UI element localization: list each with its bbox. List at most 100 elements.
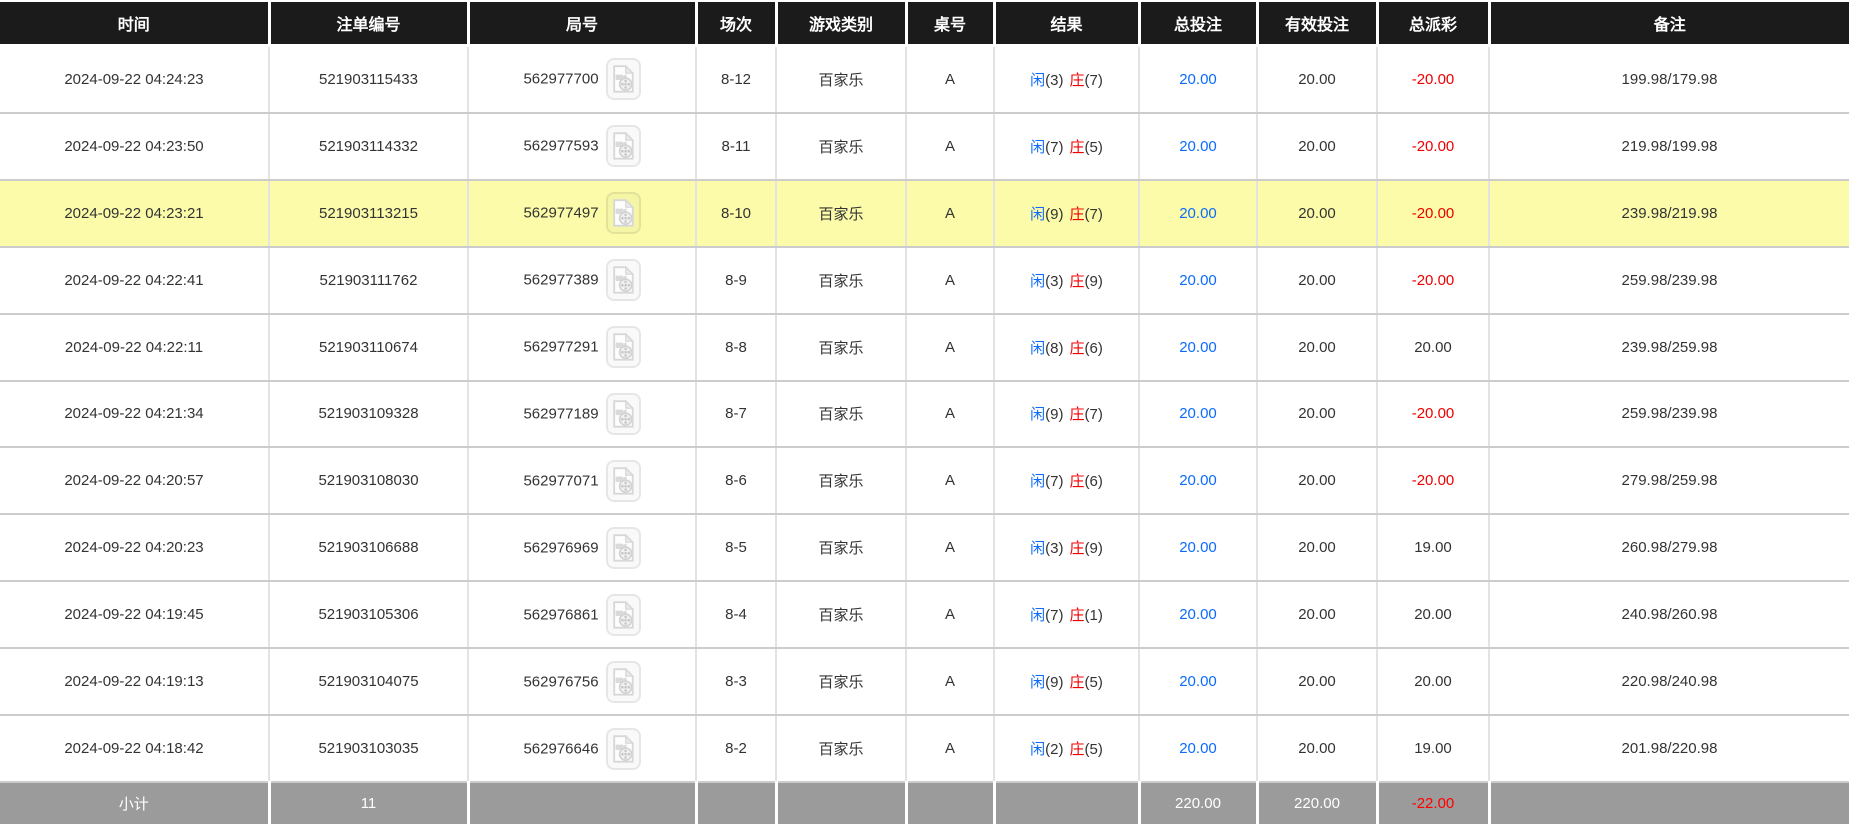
cell-total-bet: 20.00 [1139, 246, 1258, 315]
player-result-points: (3) [1045, 71, 1064, 89]
table-row[interactable]: 2024-09-22 04:19:45 521903105306 562976861… [0, 581, 1849, 650]
cell-payout: 20.00 [1377, 313, 1490, 382]
game-no-text: 562977291 [523, 338, 599, 356]
player-result-points: (7) [1045, 473, 1064, 491]
cell-result: 闲(9) 庄(5) [994, 648, 1140, 717]
player-result-label: 闲 [1030, 71, 1046, 89]
table-row[interactable]: 2024-09-22 04:18:42 521903103035 562976646… [0, 715, 1849, 783]
table-row[interactable]: 2024-09-22 04:23:50 521903114332 562977593… [0, 112, 1849, 181]
video-replay-button[interactable] [605, 58, 641, 101]
cell-total-bet: 20.00 [1139, 179, 1258, 248]
cell-game-no: 562976646 [468, 715, 697, 783]
header-row: 时间 注单编号 局号 场次 游戏类别 桌号 结果 总投注 有效投注 总派彩 备注 [0, 2, 1849, 47]
cell-payout: -20.00 [1377, 447, 1490, 516]
cell-bet-id: 521903110674 [269, 313, 469, 382]
video-replay-button[interactable] [605, 459, 641, 502]
cell-result: 闲(7) 庄(5) [994, 112, 1140, 181]
table-row[interactable]: 2024-09-22 04:20:23 521903106688 562976969… [0, 514, 1849, 583]
video-file-icon [612, 667, 634, 696]
cell-remark: 199.98/179.98 [1489, 45, 1849, 114]
table-row[interactable]: 2024-09-22 04:19:13 521903104075 562976756… [0, 648, 1849, 717]
column-header-table_no: 桌号 [906, 2, 996, 47]
cell-total-bet: 20.00 [1139, 313, 1258, 382]
cell-total-bet: 20.00 [1139, 715, 1258, 783]
cell-game-no: 562977700 [468, 45, 697, 114]
cell-valid-bet: 20.00 [1257, 715, 1378, 783]
cell-bet-id: 521903104075 [269, 648, 469, 717]
banker-result-label: 庄 [1069, 272, 1085, 290]
player-result-points: (3) [1045, 540, 1064, 558]
banker-result-label: 庄 [1069, 741, 1085, 759]
cell-time: 2024-09-22 04:21:34 [0, 380, 270, 449]
video-replay-button[interactable] [605, 125, 641, 168]
game-no-text: 562977497 [523, 204, 599, 222]
banker-result-points: (9) [1084, 272, 1103, 290]
cell-payout: 20.00 [1377, 648, 1490, 717]
cell-game-type: 百家乐 [776, 112, 907, 181]
cell-game-no: 562976861 [468, 581, 697, 650]
cell-result: 闲(9) 庄(7) [994, 179, 1140, 248]
table-row[interactable]: 2024-09-22 04:22:41 521903111762 562977389… [0, 246, 1849, 315]
player-result-label: 闲 [1030, 674, 1046, 692]
cell-result: 闲(7) 庄(6) [994, 447, 1140, 516]
video-replay-button[interactable] [605, 660, 641, 703]
footer-empty-table-no [906, 782, 996, 824]
banker-result-label: 庄 [1069, 473, 1085, 491]
subtotal-row: 小计 11 220.00 220.00 -22.00 [0, 782, 1849, 824]
cell-session: 8-2 [696, 715, 777, 783]
banker-result-label: 庄 [1069, 540, 1085, 558]
footer-valid-bet: 220.00 [1257, 782, 1379, 824]
video-replay-button[interactable] [605, 392, 641, 435]
game-no-text: 562976861 [523, 606, 599, 624]
footer-empty-remark [1489, 782, 1849, 824]
column-header-result: 结果 [994, 2, 1141, 47]
cell-valid-bet: 20.00 [1257, 514, 1378, 583]
cell-bet-id: 521903105306 [269, 581, 469, 650]
cell-bet-id: 521903108030 [269, 447, 469, 516]
cell-table-no: A [906, 380, 995, 449]
column-header-remark: 备注 [1489, 2, 1849, 47]
cell-result: 闲(3) 庄(9) [994, 246, 1140, 315]
video-replay-button[interactable] [605, 593, 641, 636]
player-result-label: 闲 [1030, 607, 1046, 625]
cell-table-no: A [906, 648, 995, 717]
video-replay-button[interactable] [605, 326, 641, 369]
cell-session: 8-5 [696, 514, 777, 583]
cell-game-no: 562976756 [468, 648, 697, 717]
cell-payout: -20.00 [1377, 246, 1490, 315]
column-header-valid_bet: 有效投注 [1257, 2, 1379, 47]
banker-result-label: 庄 [1069, 138, 1085, 156]
cell-time: 2024-09-22 04:20:57 [0, 447, 270, 516]
cell-session: 8-9 [696, 246, 777, 315]
game-no-text: 562976756 [523, 673, 599, 691]
table-row[interactable]: 2024-09-22 04:23:21 521903113215 562977497… [0, 179, 1849, 248]
column-header-game_type: 游戏类别 [776, 2, 908, 47]
cell-result: 闲(2) 庄(5) [994, 715, 1140, 783]
table-row[interactable]: 2024-09-22 04:21:34 521903109328 562977189… [0, 380, 1849, 449]
cell-game-type: 百家乐 [776, 45, 907, 114]
banker-result-points: (7) [1084, 205, 1103, 223]
cell-total-bet: 20.00 [1139, 581, 1258, 650]
player-result-label: 闲 [1030, 339, 1046, 357]
cell-total-bet: 20.00 [1139, 514, 1258, 583]
video-replay-button[interactable] [605, 526, 641, 569]
table-row[interactable]: 2024-09-22 04:22:11 521903110674 562977291… [0, 313, 1849, 382]
cell-table-no: A [906, 447, 995, 516]
banker-result-points: (6) [1084, 339, 1103, 357]
video-file-icon [612, 199, 634, 227]
cell-result: 闲(8) 庄(6) [994, 313, 1140, 382]
cell-game-no: 562977593 [468, 112, 697, 181]
cell-game-type: 百家乐 [776, 581, 907, 650]
column-header-time: 时间 [0, 2, 271, 47]
cell-valid-bet: 20.00 [1257, 313, 1378, 382]
video-replay-button[interactable] [605, 727, 641, 770]
table-row[interactable]: 2024-09-22 04:24:23 521903115433 562977700… [0, 45, 1849, 114]
cell-game-no: 562977291 [468, 313, 697, 382]
video-replay-button[interactable] [605, 259, 641, 302]
cell-time: 2024-09-22 04:19:45 [0, 581, 270, 650]
video-replay-button[interactable] [605, 192, 641, 235]
footer-total-bet: 220.00 [1139, 782, 1259, 824]
table-row[interactable]: 2024-09-22 04:20:57 521903108030 562977071… [0, 447, 1849, 516]
player-result-points: (9) [1045, 406, 1064, 424]
cell-time: 2024-09-22 04:19:13 [0, 648, 270, 717]
